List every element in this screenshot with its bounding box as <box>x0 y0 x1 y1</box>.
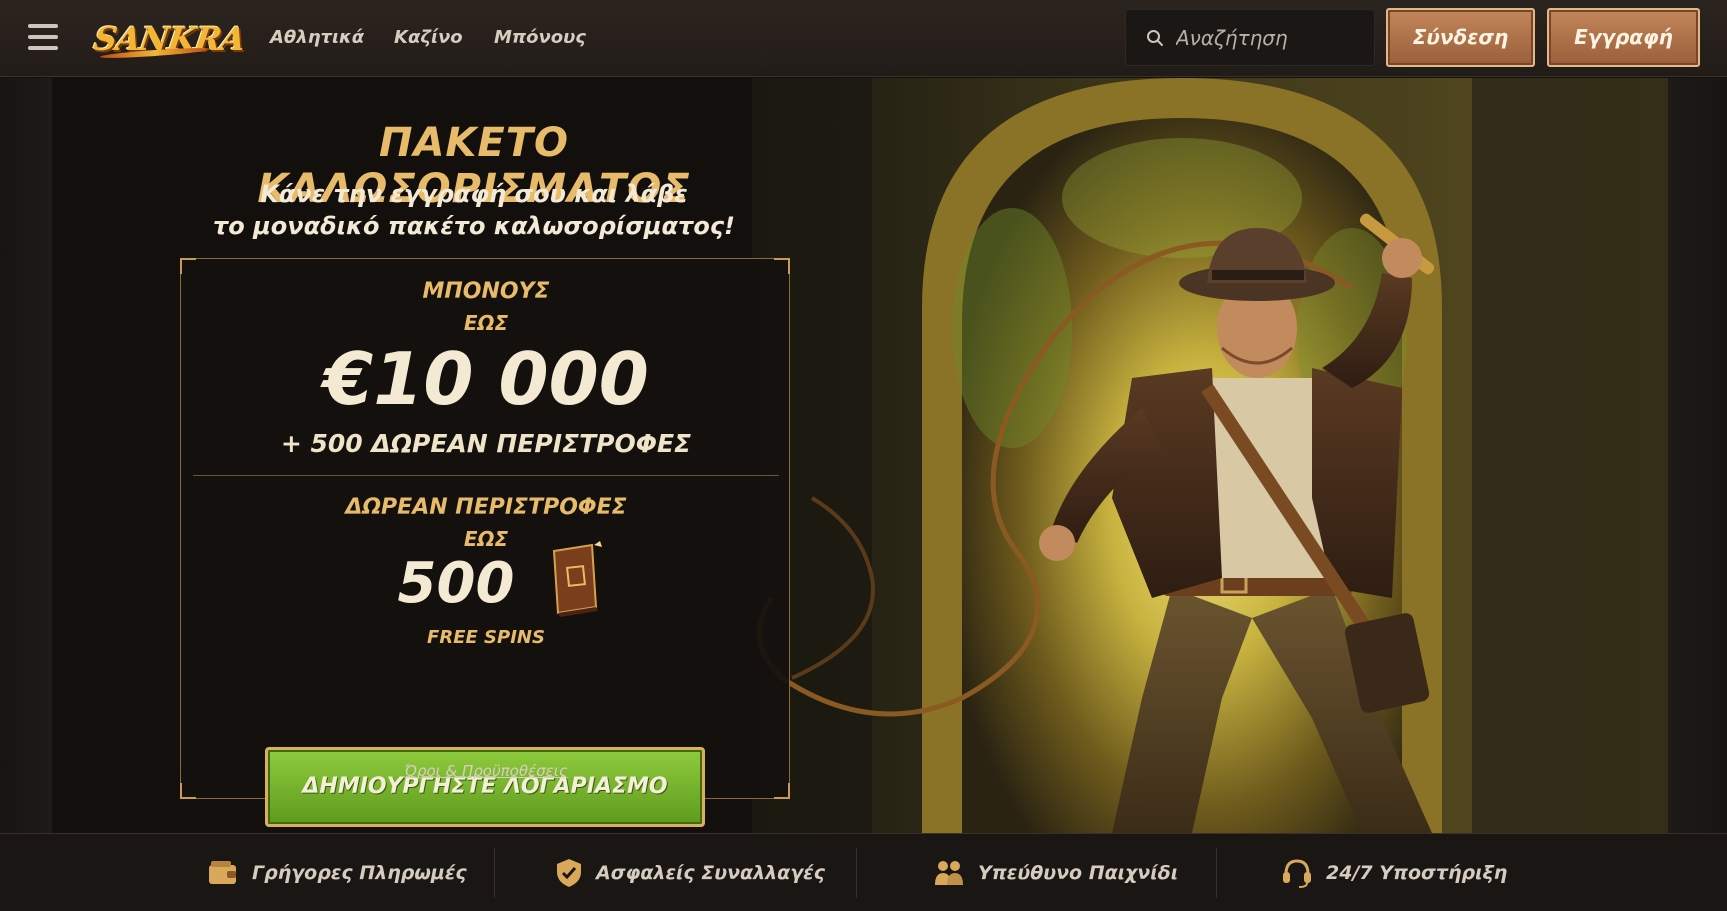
panel-corner-ornament <box>774 258 790 274</box>
free-spins-amount: 500 <box>397 551 515 616</box>
menu-hamburger-icon[interactable] <box>28 24 58 50</box>
feature-divider <box>1216 848 1217 898</box>
feature-responsible-gaming: Υπεύθυνο Παιχνίδι <box>934 856 1178 890</box>
feature-support: 24/7 Υποστήριξη <box>1282 856 1507 890</box>
feature-label: Υπεύθυνο Παιχνίδι <box>978 862 1179 884</box>
panel-corner-ornament <box>774 783 790 799</box>
bonus-extra-spins: + 500 ΔΩΡΕΑΝ ΠΕΡΙΣΤΡΟΦΕΣ <box>280 429 692 458</box>
panel-corner-ornament <box>180 258 196 274</box>
treasure-book-icon <box>552 541 602 617</box>
headset-icon <box>1283 859 1311 888</box>
panel-divider <box>193 475 779 476</box>
nav-casino[interactable]: Καζίνο <box>394 27 463 48</box>
free-spins-caption: FREE SPINS <box>427 627 545 648</box>
feature-divider <box>494 848 495 898</box>
hero-side-right <box>1668 78 1727 833</box>
search-box[interactable] <box>1125 9 1375 66</box>
nav-bonus[interactable]: Μπόνους <box>494 27 586 48</box>
welcome-hero-banner: ΠΑΚΕΤΟ ΚΑΛΩΣΟΡΙΣΜΑΤΟΣ Κάνε την εγγραφή σ… <box>52 78 1668 833</box>
feature-secure-transactions: Ασφαλείς Συναλλαγές <box>556 856 825 890</box>
free-spins-label: ΔΩΡΕΑΝ ΠΕΡΙΣΤΡΟΦΕΣ <box>345 495 627 520</box>
feature-divider <box>856 848 857 898</box>
top-header: SANKRA Αθλητικά Καζίνο Μπόνους Σύνδεση Ε… <box>0 0 1727 77</box>
wallet-icon <box>209 861 236 884</box>
feature-label: Ασφαλείς Συναλλαγές <box>596 862 825 884</box>
bonus-upto-label: ΕΩΣ <box>463 311 509 335</box>
bonus-amount: €10 000 <box>323 337 649 421</box>
shield-check-icon <box>557 859 581 887</box>
feature-label: 24/7 Υποστήριξη <box>1326 862 1508 884</box>
adventurer-illustration <box>752 78 1668 833</box>
nav-sports[interactable]: Αθλητικά <box>270 27 364 48</box>
free-spins-upto-label: ΕΩΣ <box>463 527 509 551</box>
search-input[interactable] <box>1176 22 1366 54</box>
promo-subtitle: Κάνε την εγγραφή σου και λάβε το μοναδικ… <box>174 178 774 242</box>
promo-subtitle-line-2: το μοναδικό πακέτο καλωσορίσματος! <box>212 212 736 240</box>
bonus-offer-panel: ΜΠΟΝΟΥΣ ΕΩΣ €10 000 + 500 ΔΩΡΕΑΝ ΠΕΡΙΣΤΡ… <box>180 258 791 827</box>
feature-label: Γρήγορες Πληρωμές <box>252 862 467 884</box>
create-account-button[interactable]: ΔΗΜΙΟΥΡΓΗΣΤΕ ΛΟΓΑΡΙΑΣΜΟ <box>265 747 705 827</box>
features-strip: Γρήγορες Πληρωμές Ασφαλείς Συναλλαγές Υπ… <box>0 833 1727 911</box>
hero-side-left <box>0 78 52 833</box>
terms-link[interactable]: Όροι & Προϋποθέσεις <box>181 762 791 780</box>
search-icon <box>1147 30 1163 46</box>
login-button[interactable]: Σύνδεση <box>1386 8 1535 67</box>
people-icon <box>935 861 963 885</box>
panel-corner-ornament <box>180 783 196 799</box>
register-button[interactable]: Εγγραφή <box>1547 8 1700 67</box>
bonus-label: ΜΠΟΝΟΥΣ <box>422 279 550 304</box>
feature-fast-payments: Γρήγορες Πληρωμές <box>208 856 467 890</box>
promo-subtitle-line-1: Κάνε την εγγραφή σου και λάβε <box>260 180 688 208</box>
